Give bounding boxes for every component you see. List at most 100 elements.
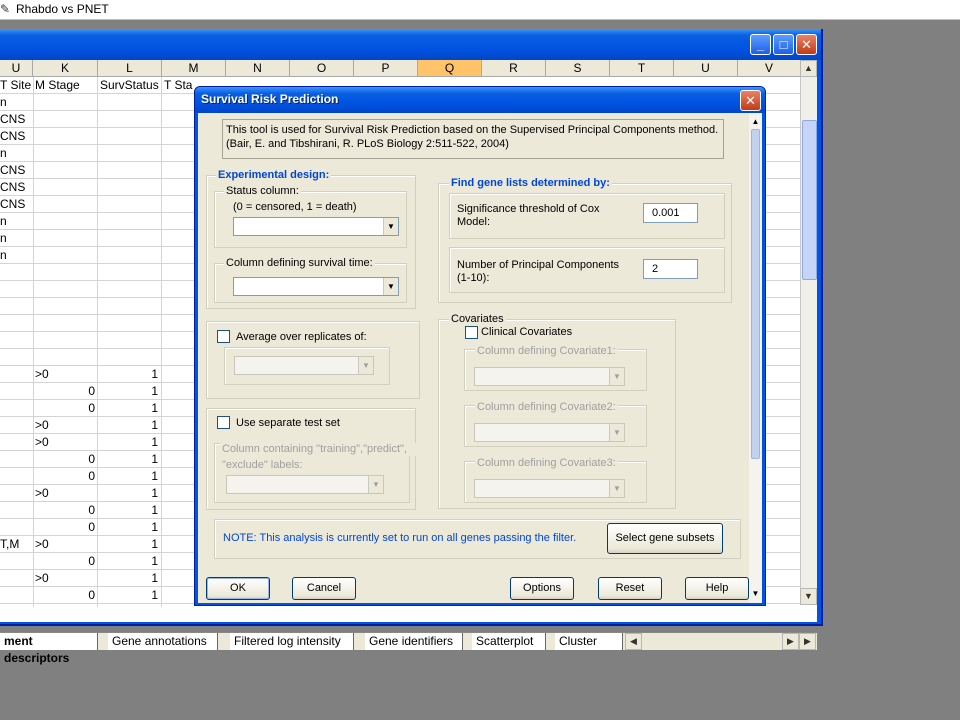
tab-scroll-right-icon[interactable]: ▶ bbox=[782, 633, 799, 650]
covariate1-select[interactable]: ▼ bbox=[474, 367, 625, 386]
cell-u[interactable] bbox=[0, 417, 33, 434]
cell-u[interactable]: T,M bbox=[0, 536, 33, 553]
close-icon[interactable]: ✕ bbox=[796, 34, 817, 55]
cell-k-header[interactable]: M Stage bbox=[35, 77, 98, 94]
dialog-close-icon[interactable]: ✕ bbox=[740, 90, 761, 111]
cell-u[interactable] bbox=[0, 383, 33, 400]
covariate3-select[interactable]: ▼ bbox=[474, 479, 625, 498]
tab-filtered-log-intensity[interactable]: Filtered log intensity bbox=[230, 633, 354, 650]
cell-k[interactable]: 0 bbox=[35, 553, 95, 570]
cell-l[interactable]: 1 bbox=[98, 587, 158, 604]
options-button[interactable]: Options bbox=[510, 577, 574, 600]
scroll-down-icon[interactable]: ▼ bbox=[749, 587, 762, 600]
minimize-icon[interactable]: _ bbox=[750, 34, 771, 55]
cell-u[interactable]: n bbox=[0, 213, 33, 230]
scroll-up-icon[interactable]: ▲ bbox=[749, 115, 762, 128]
column-header-q[interactable]: Q bbox=[418, 60, 482, 77]
cell-l[interactable]: 1 bbox=[98, 434, 158, 451]
cell-u[interactable] bbox=[0, 349, 33, 366]
help-button[interactable]: Help bbox=[685, 577, 749, 600]
chevron-down-icon[interactable]: ▼ bbox=[609, 424, 624, 441]
column-header-o[interactable]: O bbox=[290, 60, 354, 77]
average-replicates-select[interactable]: ▼ bbox=[234, 356, 374, 375]
column-header-t[interactable]: T bbox=[610, 60, 674, 77]
scroll-up-icon[interactable]: ▲ bbox=[800, 60, 817, 77]
ok-button[interactable]: OK bbox=[206, 577, 270, 600]
average-replicates-checkbox[interactable] bbox=[217, 330, 230, 343]
cell-u[interactable] bbox=[0, 366, 33, 383]
significance-threshold-input[interactable]: 0.001 bbox=[643, 203, 698, 223]
survival-time-select[interactable]: ▼ bbox=[233, 277, 399, 296]
column-header-m[interactable]: M bbox=[162, 60, 226, 77]
column-header-k[interactable]: K bbox=[33, 60, 98, 77]
cell-u[interactable]: n bbox=[0, 145, 33, 162]
cell-l[interactable]: 1 bbox=[98, 383, 158, 400]
cell-k[interactable]: 0 bbox=[35, 451, 95, 468]
cell-u[interactable] bbox=[0, 332, 33, 349]
principal-components-input[interactable]: 2 bbox=[643, 259, 698, 279]
cell-u[interactable] bbox=[0, 451, 33, 468]
covariate2-select[interactable]: ▼ bbox=[474, 423, 625, 442]
cell-u[interactable]: n bbox=[0, 94, 33, 111]
cell-l[interactable]: 1 bbox=[98, 536, 158, 553]
cell-l[interactable]: 1 bbox=[98, 417, 158, 434]
cell-u[interactable] bbox=[0, 298, 33, 315]
cell-k[interactable]: >0 bbox=[35, 485, 95, 502]
cell-k[interactable]: 0 bbox=[35, 502, 95, 519]
cell-k[interactable]: >0 bbox=[35, 434, 95, 451]
cell-u-header[interactable]: T Site bbox=[0, 77, 33, 94]
cell-u[interactable] bbox=[0, 519, 33, 536]
cell-k[interactable]: 0 bbox=[35, 383, 95, 400]
column-header-n[interactable]: N bbox=[226, 60, 290, 77]
tab-cluster-viewer[interactable]: Cluster viet bbox=[555, 633, 623, 650]
cell-l[interactable]: 1 bbox=[98, 485, 158, 502]
column-header-v[interactable]: V bbox=[738, 60, 801, 77]
scroll-thumb[interactable] bbox=[802, 120, 817, 280]
tab-gene-identifiers[interactable]: Gene identifiers bbox=[365, 633, 463, 650]
chevron-down-icon[interactable]: ▼ bbox=[609, 480, 624, 497]
cell-m-header[interactable]: T Sta bbox=[164, 77, 194, 94]
workbook-vertical-scrollbar[interactable]: ▲ ▼ bbox=[800, 60, 817, 605]
cell-u[interactable]: CNS bbox=[0, 179, 33, 196]
column-header-r[interactable]: R bbox=[482, 60, 546, 77]
cell-u[interactable] bbox=[0, 281, 33, 298]
cell-u[interactable] bbox=[0, 434, 33, 451]
dialog-vertical-scrollbar[interactable]: ▲ ▼ bbox=[749, 113, 762, 603]
cell-k[interactable]: >0 bbox=[35, 536, 95, 553]
cell-l[interactable]: 1 bbox=[98, 502, 158, 519]
cell-k[interactable]: 0 bbox=[35, 400, 95, 417]
chevron-down-icon[interactable]: ▼ bbox=[609, 368, 624, 385]
chevron-down-icon[interactable]: ▼ bbox=[358, 357, 373, 374]
dialog-scroll-thumb[interactable] bbox=[751, 129, 760, 459]
chevron-down-icon[interactable]: ▼ bbox=[383, 278, 398, 295]
tab-experiment-descriptors[interactable]: ment descriptors bbox=[0, 633, 98, 665]
horizontal-scroll-track[interactable] bbox=[642, 633, 782, 650]
tab-scatterplot[interactable]: Scatterplot bbox=[472, 633, 546, 650]
chevron-down-icon[interactable]: ▼ bbox=[383, 218, 398, 235]
cell-l[interactable]: 1 bbox=[98, 400, 158, 417]
cell-l[interactable]: 1 bbox=[98, 468, 158, 485]
cell-k[interactable]: >0 bbox=[35, 570, 95, 587]
cell-u[interactable]: CNS bbox=[0, 111, 33, 128]
cell-l[interactable]: 1 bbox=[98, 519, 158, 536]
column-header-l[interactable]: L bbox=[98, 60, 162, 77]
cell-l[interactable]: 1 bbox=[98, 553, 158, 570]
cell-u[interactable] bbox=[0, 400, 33, 417]
cell-l[interactable]: 1 bbox=[98, 366, 158, 383]
cell-k[interactable]: >0 bbox=[35, 366, 95, 383]
reset-button[interactable]: Reset bbox=[598, 577, 662, 600]
cell-u[interactable] bbox=[0, 468, 33, 485]
cell-k[interactable]: 0 bbox=[35, 587, 95, 604]
tab-scroll-left-icon[interactable]: ◀ bbox=[625, 633, 642, 650]
clinical-covariates-checkbox[interactable] bbox=[465, 326, 478, 339]
cell-u[interactable] bbox=[0, 315, 33, 332]
cell-k[interactable]: 0 bbox=[35, 468, 95, 485]
cell-l[interactable]: 1 bbox=[98, 570, 158, 587]
column-header-s[interactable]: S bbox=[546, 60, 610, 77]
cell-u[interactable] bbox=[0, 502, 33, 519]
select-gene-subsets-button[interactable]: Select gene subsets bbox=[607, 523, 723, 554]
cell-u[interactable]: CNS bbox=[0, 196, 33, 213]
cell-k[interactable]: >0 bbox=[35, 417, 95, 434]
column-header-p[interactable]: P bbox=[354, 60, 418, 77]
cancel-button[interactable]: Cancel bbox=[292, 577, 356, 600]
